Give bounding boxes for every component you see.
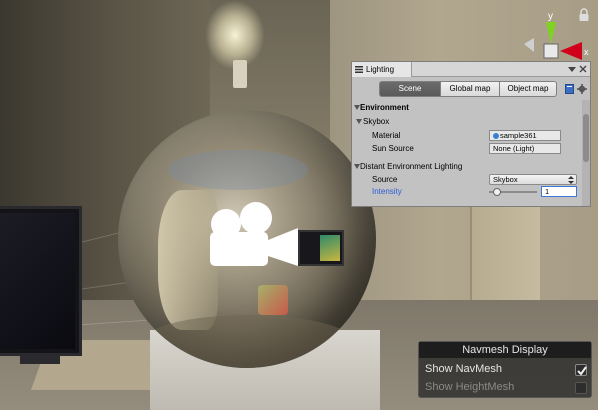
lighting-window-titlebar: Lighting [352,62,590,77]
lighting-scrollbar-thumb[interactable] [583,114,589,162]
source-dropdown[interactable]: Skybox [489,174,577,185]
dropdown-arrows-icon [568,176,574,184]
lighting-window[interactable]: Lighting Scene Global map Object map Env… [351,61,591,207]
material-sphere-icon [493,133,499,139]
sphere-reflection-plant [258,285,288,315]
lighting-scene-panel: Environment Skybox Material sample361 Su… [352,100,582,206]
material-object-field[interactable]: sample361 [489,130,561,141]
sphere-reflection-tv [298,230,344,266]
room-television [0,206,82,356]
sun-source-value: None (Light) [493,144,535,153]
source-label: Source [372,175,398,184]
intensity-row: Intensity 1 [352,186,582,198]
gizmo-x-label: x [584,47,589,57]
sun-source-label: Sun Source [372,144,414,153]
sphere-reflection-floor [138,315,358,368]
skybox-label: Skybox [363,117,390,126]
environment-label: Environment [360,103,409,112]
material-row: Material sample361 [352,130,582,142]
gear-icon[interactable] [577,84,587,94]
lighting-tab-label: Lighting [366,65,395,74]
mode-button-object-map[interactable]: Object map [499,81,557,97]
gizmo-y-label: y [548,11,553,22]
source-value: Skybox [493,175,518,184]
show-heightmesh-label: Show HeightMesh [425,381,515,393]
hamburger-icon [355,66,363,73]
television-stand [20,356,60,364]
lighting-mode-toolbar: Scene Global map Object map [352,78,590,100]
skybox-header[interactable]: Skybox [352,116,582,128]
foldout-arrow-icon [356,119,362,124]
show-heightmesh-checkbox[interactable] [575,382,587,394]
distant-env-lighting-header[interactable]: Distant Environment Lighting [352,161,582,173]
intensity-label: Intensity [372,187,402,196]
wall-lamp [233,60,247,88]
mode-button-scene[interactable]: Scene [379,81,441,97]
distant-env-lighting-label: Distant Environment Lighting [360,162,463,171]
checkmark-icon [577,366,587,376]
navmesh-display-panel: Navmesh Display Show NavMesh Show Height… [418,341,592,398]
lighting-tab[interactable]: Lighting [352,62,412,77]
camera-icon[interactable] [204,200,304,272]
intensity-slider-thumb[interactable] [493,188,501,196]
show-navmesh-row[interactable]: Show NavMesh [425,361,587,378]
show-navmesh-label: Show NavMesh [425,363,503,375]
window-menu-icon[interactable] [568,65,576,73]
show-navmesh-checkbox[interactable] [575,364,587,376]
book-icon[interactable] [565,84,574,94]
sun-source-row: Sun Source None (Light) [352,143,582,155]
sun-source-object-field[interactable]: None (Light) [489,143,561,154]
material-value: sample361 [500,131,537,140]
intensity-input[interactable]: 1 [541,186,577,197]
environment-header[interactable]: Environment [352,102,582,114]
source-row: Source Skybox [352,174,582,186]
sphere-reflection-ceiling [168,150,308,190]
lighting-scrollbar[interactable] [582,100,590,206]
mode-button-global-map[interactable]: Global map [440,81,500,97]
navmesh-display-title: Navmesh Display [419,342,591,358]
material-label: Material [372,131,401,140]
close-icon[interactable] [579,65,587,73]
lock-icon[interactable] [578,8,590,22]
show-heightmesh-row[interactable]: Show HeightMesh [425,379,587,396]
